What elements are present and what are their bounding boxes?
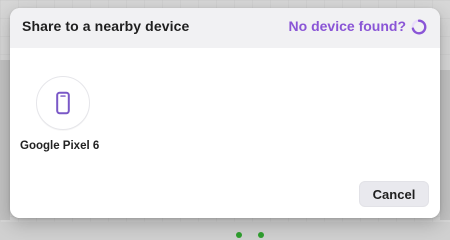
device-list: Google Pixel 6 Cancel bbox=[10, 48, 440, 218]
device-name: Google Pixel 6 bbox=[20, 140, 100, 152]
share-dialog: Share to a nearby device No device found… bbox=[10, 8, 440, 218]
dialog-title: Share to a nearby device bbox=[22, 18, 190, 34]
device-item-google-pixel-6[interactable]: Google Pixel 6 bbox=[20, 76, 110, 156]
background-dot bbox=[258, 232, 264, 238]
device-avatar bbox=[36, 76, 90, 130]
cancel-button[interactable]: Cancel bbox=[359, 181, 429, 207]
background-right-panel bbox=[440, 70, 450, 220]
dialog-header: Share to a nearby device No device found… bbox=[10, 8, 440, 49]
phone-icon bbox=[56, 91, 70, 115]
background-dot bbox=[236, 232, 242, 238]
loading-spinner-icon bbox=[411, 19, 427, 35]
no-device-found-link[interactable]: No device found? bbox=[289, 18, 406, 34]
background-left-panel bbox=[0, 60, 10, 220]
background-bottom-strip bbox=[0, 222, 450, 240]
